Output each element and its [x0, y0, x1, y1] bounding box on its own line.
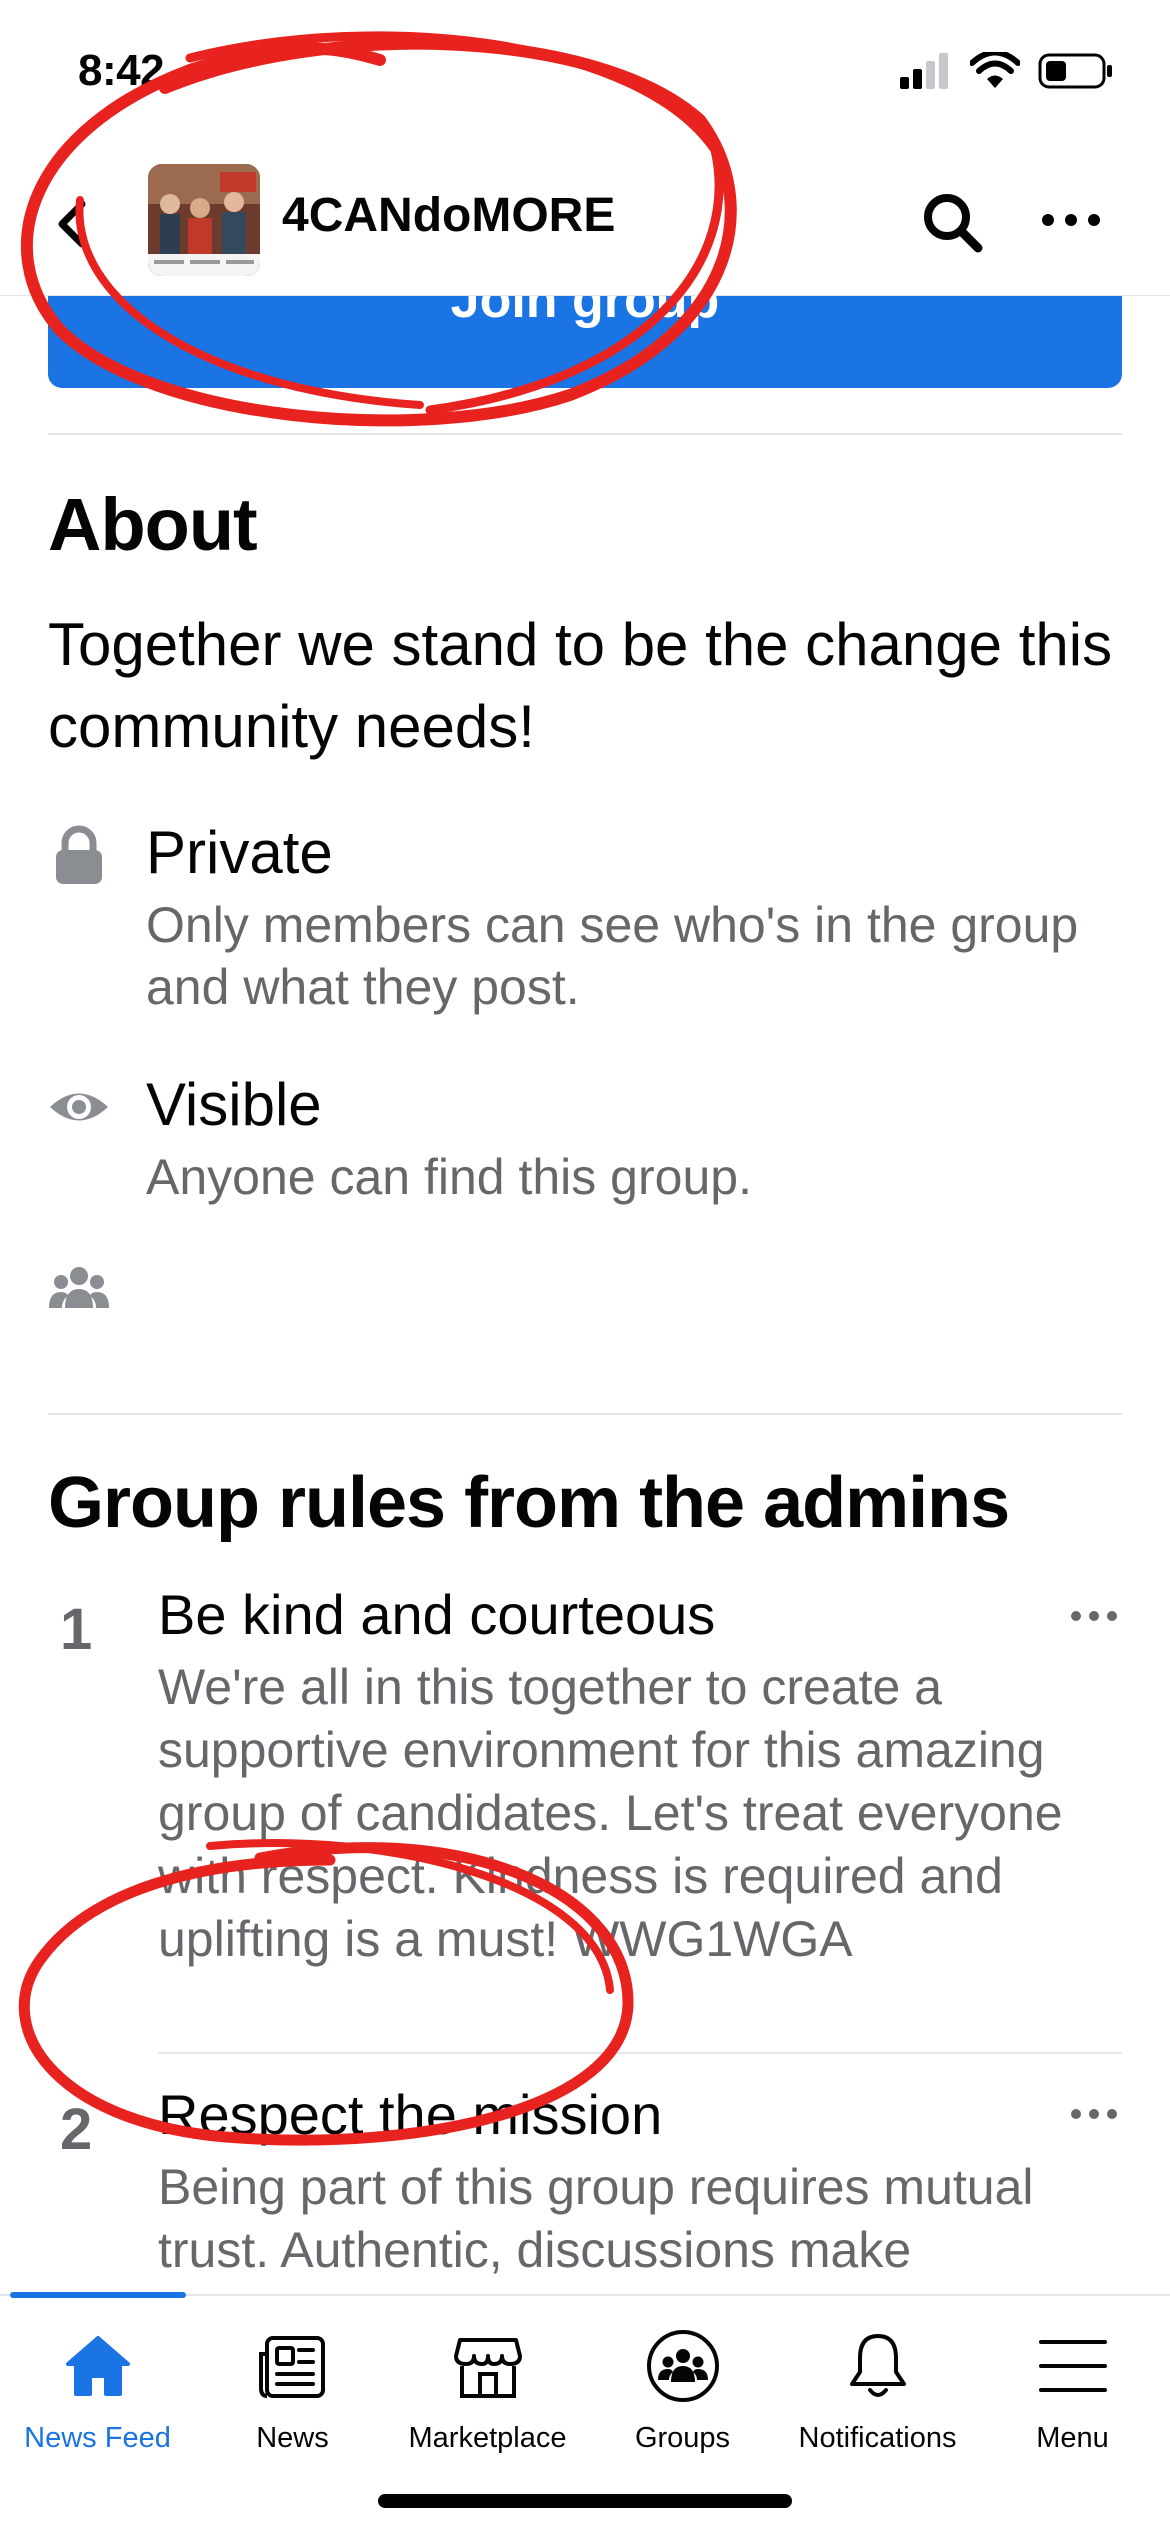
eye-icon: [50, 1093, 108, 1121]
privacy-title: Private: [146, 819, 333, 886]
tab-label: Menu: [1036, 2422, 1109, 2454]
search-button[interactable]: [918, 188, 988, 258]
more-options-button[interactable]: [1036, 190, 1106, 250]
members-icon: [49, 1267, 109, 1308]
rule-number: 1: [60, 1597, 93, 1662]
tab-label: News Feed: [24, 2422, 171, 2454]
rule-title: Be kind and courteous: [158, 1583, 716, 1646]
status-time: 8:42: [78, 46, 165, 95]
tab-marketplace[interactable]: Marketplace: [390, 2296, 585, 2466]
group-header: 4CANdoMORE: [0, 150, 1170, 296]
rule-more-icon[interactable]: [1068, 1606, 1120, 1626]
group-title: 4CANdoMORE: [282, 189, 616, 242]
tab-groups[interactable]: Groups: [585, 2296, 780, 2466]
group-photo: [148, 164, 260, 276]
back-button[interactable]: [44, 194, 104, 254]
join-group-button[interactable]: Join group: [48, 296, 1122, 388]
cellular-signal-icon: [900, 53, 948, 89]
about-heading: About: [48, 483, 258, 566]
groups-icon: [646, 2330, 719, 2402]
storefront-icon: [453, 2338, 522, 2398]
bell-icon: [849, 2334, 906, 2397]
rule-number: 2: [60, 2097, 93, 2162]
status-bar: 8:42: [0, 0, 1170, 150]
section-divider: [48, 433, 1122, 435]
group-cover-thumbnail[interactable]: [148, 164, 260, 276]
more-horizontal-icon: [1042, 214, 1100, 226]
tab-label: News: [256, 2422, 329, 2454]
rule-body: Being part of this group requires mutual…: [158, 2159, 1034, 2278]
section-divider: [48, 1413, 1122, 1415]
rule-divider: [158, 2052, 1122, 2054]
status-icons: [900, 52, 1114, 90]
rule-body: We're all in this together to create a s…: [158, 1659, 1063, 1967]
tab-label: Groups: [634, 2422, 731, 2454]
newspaper-icon: [258, 2336, 325, 2398]
tab-menu[interactable]: Menu: [975, 2296, 1170, 2466]
tab-label: Notifications: [798, 2422, 957, 2454]
home-icon: [65, 2336, 130, 2396]
lock-icon: [56, 825, 102, 884]
tab-notifications[interactable]: Notifications: [780, 2296, 975, 2466]
chevron-left-icon: [58, 200, 86, 248]
privacy-subtitle: Only members can see who's in the group …: [146, 897, 1079, 1015]
hamburger-menu-icon: [1038, 2340, 1107, 2392]
visibility-subtitle: Anyone can find this group.: [146, 1149, 752, 1205]
battery-icon: [1038, 53, 1112, 89]
join-group-label: Join group: [450, 296, 720, 329]
tab-news[interactable]: News: [195, 2296, 390, 2466]
rule-more-icon[interactable]: [1068, 2104, 1120, 2124]
visibility-title: Visible: [146, 1071, 322, 1138]
tab-news-feed[interactable]: News Feed: [0, 2296, 195, 2466]
about-description: Together we stand to be the change this …: [48, 611, 1113, 760]
tab-label: Marketplace: [408, 2422, 567, 2454]
search-icon: [924, 194, 983, 253]
wifi-icon: [970, 52, 1020, 88]
home-indicator[interactable]: [378, 2494, 792, 2508]
rule-title: Respect the mission: [158, 2083, 663, 2146]
rules-heading: Group rules from the admins: [48, 1463, 1010, 1543]
